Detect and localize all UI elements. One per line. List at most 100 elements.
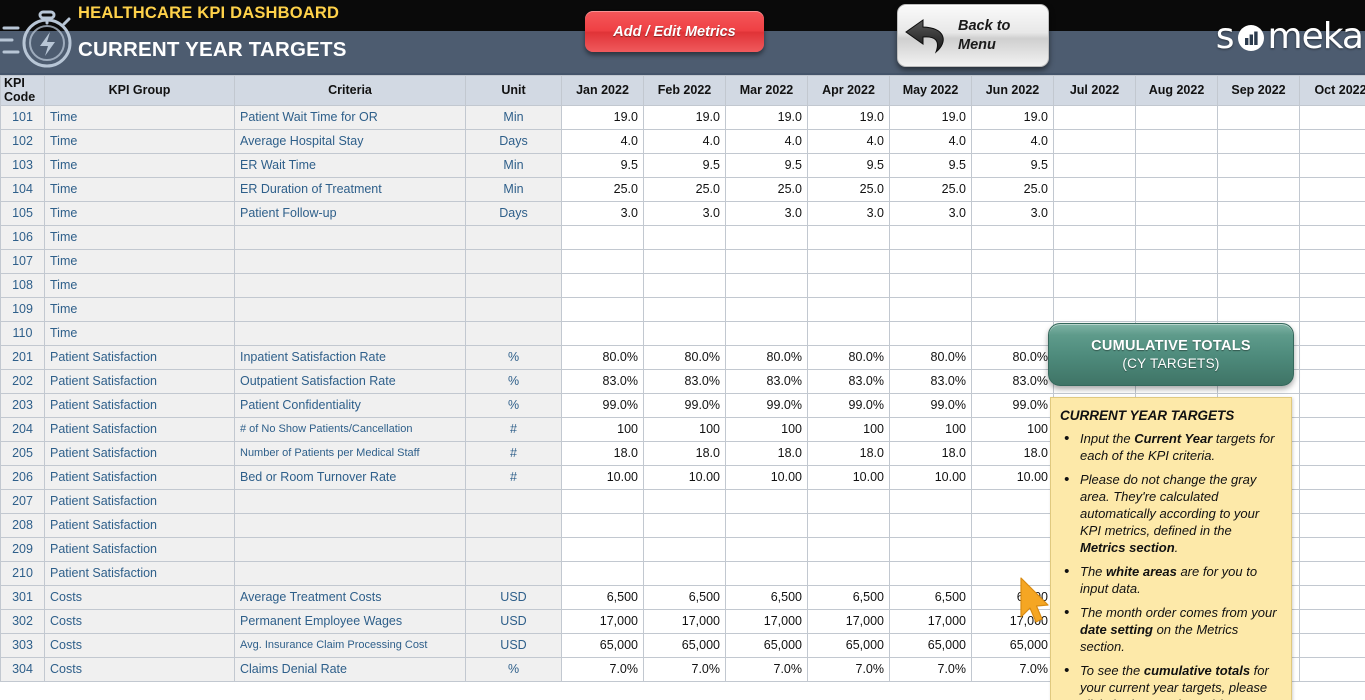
cell-month-value[interactable]: 6,500 <box>643 584 726 610</box>
cell-month-value[interactable] <box>643 560 726 586</box>
cell-month-value[interactable]: 7.0% <box>807 656 890 682</box>
cell-month-value[interactable]: 19.0 <box>807 104 890 130</box>
cell-month-value[interactable] <box>1299 632 1365 658</box>
cell-month-value[interactable]: 6,500 <box>725 584 808 610</box>
cell-month-value[interactable] <box>889 296 972 322</box>
cell-month-value[interactable] <box>807 224 890 250</box>
cell-month-value[interactable]: 6,500 <box>561 584 644 610</box>
cell-month-value[interactable] <box>889 320 972 346</box>
cell-month-value[interactable]: 25.0 <box>561 176 644 202</box>
cell-month-value[interactable] <box>1135 176 1218 202</box>
cell-month-value[interactable]: 3.0 <box>725 200 808 226</box>
cell-month-value[interactable] <box>1299 152 1365 178</box>
cell-month-value[interactable] <box>1299 440 1365 466</box>
cell-month-value[interactable] <box>1217 104 1300 130</box>
cell-month-value[interactable] <box>1217 272 1300 298</box>
cell-month-value[interactable]: 3.0 <box>643 200 726 226</box>
cell-month-value[interactable]: 99.0% <box>643 392 726 418</box>
cell-month-value[interactable]: 99.0% <box>971 392 1054 418</box>
cell-month-value[interactable]: 25.0 <box>643 176 726 202</box>
cell-month-value[interactable] <box>561 248 644 274</box>
cell-month-value[interactable]: 100 <box>725 416 808 442</box>
cell-month-value[interactable]: 18.0 <box>971 440 1054 466</box>
cell-month-value[interactable]: 19.0 <box>643 104 726 130</box>
cell-month-value[interactable] <box>889 224 972 250</box>
col-header-jan[interactable]: Jan 2022 <box>561 75 644 106</box>
cell-month-value[interactable] <box>1299 104 1365 130</box>
cell-month-value[interactable] <box>1299 512 1365 538</box>
cell-month-value[interactable] <box>725 560 808 586</box>
cell-month-value[interactable]: 99.0% <box>807 392 890 418</box>
cell-month-value[interactable]: 9.5 <box>889 152 972 178</box>
cell-month-value[interactable] <box>1135 272 1218 298</box>
cell-month-value[interactable]: 25.0 <box>971 176 1054 202</box>
cell-month-value[interactable] <box>1217 128 1300 154</box>
cell-month-value[interactable]: 10.00 <box>889 464 972 490</box>
cell-month-value[interactable]: 3.0 <box>889 200 972 226</box>
cell-month-value[interactable] <box>725 224 808 250</box>
cell-month-value[interactable]: 99.0% <box>725 392 808 418</box>
cell-month-value[interactable] <box>1299 656 1365 682</box>
cell-month-value[interactable] <box>1299 320 1365 346</box>
cell-month-value[interactable]: 7.0% <box>643 656 726 682</box>
cell-month-value[interactable] <box>1299 488 1365 514</box>
cell-month-value[interactable]: 83.0% <box>643 368 726 394</box>
cell-month-value[interactable]: 6,500 <box>971 584 1054 610</box>
cell-month-value[interactable]: 18.0 <box>643 440 726 466</box>
cell-month-value[interactable] <box>725 512 808 538</box>
cell-month-value[interactable]: 19.0 <box>971 104 1054 130</box>
cell-month-value[interactable]: 7.0% <box>889 656 972 682</box>
cell-month-value[interactable]: 80.0% <box>643 344 726 370</box>
cell-month-value[interactable] <box>1299 536 1365 562</box>
cell-month-value[interactable] <box>1299 464 1365 490</box>
col-header-aug[interactable]: Aug 2022 <box>1135 75 1218 106</box>
cell-month-value[interactable] <box>971 248 1054 274</box>
col-header-jul[interactable]: Jul 2022 <box>1053 75 1136 106</box>
cell-month-value[interactable]: 7.0% <box>725 656 808 682</box>
cell-month-value[interactable] <box>1217 224 1300 250</box>
cell-month-value[interactable]: 65,000 <box>561 632 644 658</box>
cell-month-value[interactable]: 3.0 <box>971 200 1054 226</box>
col-header-criteria[interactable]: Criteria <box>234 75 466 106</box>
cell-month-value[interactable] <box>725 248 808 274</box>
cell-month-value[interactable]: 18.0 <box>561 440 644 466</box>
cell-month-value[interactable]: 10.00 <box>807 464 890 490</box>
col-header-sep[interactable]: Sep 2022 <box>1217 75 1300 106</box>
cell-month-value[interactable] <box>1299 200 1365 226</box>
cell-month-value[interactable] <box>725 272 808 298</box>
cell-month-value[interactable] <box>561 296 644 322</box>
cell-month-value[interactable]: 83.0% <box>725 368 808 394</box>
cell-month-value[interactable] <box>1299 560 1365 586</box>
cell-month-value[interactable] <box>1135 248 1218 274</box>
cell-month-value[interactable] <box>971 224 1054 250</box>
cell-month-value[interactable] <box>561 224 644 250</box>
cell-month-value[interactable] <box>561 560 644 586</box>
cell-month-value[interactable] <box>1299 272 1365 298</box>
cell-month-value[interactable] <box>643 224 726 250</box>
cell-month-value[interactable] <box>971 512 1054 538</box>
cell-month-value[interactable] <box>725 296 808 322</box>
cell-month-value[interactable] <box>1135 296 1218 322</box>
cell-month-value[interactable] <box>1053 248 1136 274</box>
col-header-mar[interactable]: Mar 2022 <box>725 75 808 106</box>
cell-month-value[interactable] <box>889 560 972 586</box>
cell-month-value[interactable]: 19.0 <box>561 104 644 130</box>
cell-month-value[interactable] <box>1135 224 1218 250</box>
cell-month-value[interactable] <box>561 512 644 538</box>
col-header-feb[interactable]: Feb 2022 <box>643 75 726 106</box>
cell-month-value[interactable]: 17,000 <box>807 608 890 634</box>
cell-month-value[interactable] <box>1299 344 1365 370</box>
cell-month-value[interactable] <box>1299 608 1365 634</box>
cell-month-value[interactable]: 100 <box>561 416 644 442</box>
cell-month-value[interactable] <box>1299 392 1365 418</box>
cell-month-value[interactable]: 17,000 <box>725 608 808 634</box>
cell-month-value[interactable]: 4.0 <box>561 128 644 154</box>
cumulative-totals-button[interactable]: CUMULATIVE TOTALS (CY TARGETS) <box>1048 323 1294 386</box>
cell-month-value[interactable]: 25.0 <box>889 176 972 202</box>
cell-month-value[interactable]: 9.5 <box>971 152 1054 178</box>
cell-month-value[interactable] <box>1217 200 1300 226</box>
cell-month-value[interactable] <box>807 272 890 298</box>
cell-month-value[interactable]: 10.00 <box>643 464 726 490</box>
cell-month-value[interactable]: 19.0 <box>725 104 808 130</box>
cell-month-value[interactable] <box>971 320 1054 346</box>
